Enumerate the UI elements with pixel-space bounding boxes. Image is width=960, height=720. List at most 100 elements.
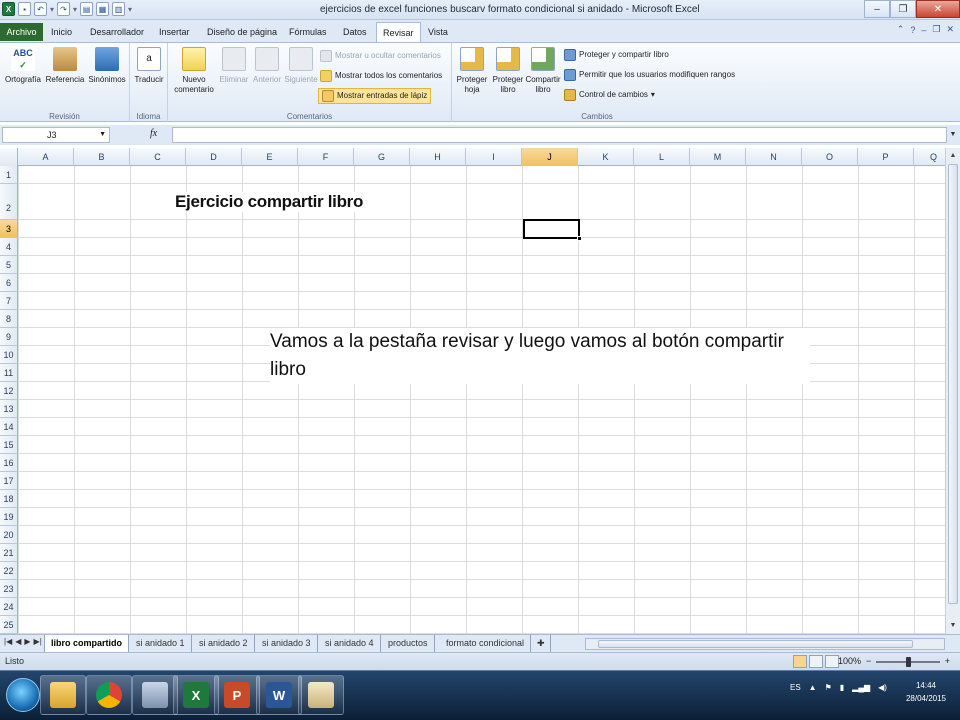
column-header-c[interactable]: C [130, 148, 186, 166]
sheet-tab-libro-compartido[interactable]: libro compartido [44, 635, 130, 652]
excel-app-icon[interactable]: X [2, 2, 15, 16]
tab-vista[interactable]: Vista [428, 22, 448, 42]
zoom-slider[interactable]: − + [866, 656, 950, 667]
sheet-tab-si-anidado-4[interactable]: si anidado 4 [319, 635, 381, 652]
show-hidden-icons-icon[interactable]: ▲ [809, 683, 817, 692]
zoom-level[interactable]: 100% [838, 656, 861, 666]
undo-icon[interactable]: ↶ [34, 2, 47, 16]
row-header-2[interactable]: 2 [0, 184, 18, 220]
row-header-6[interactable]: 6 [0, 274, 18, 292]
column-header-n[interactable]: N [746, 148, 802, 166]
new-comment-button[interactable]: Nuevo comentario [170, 47, 218, 95]
redo-dropdown-icon[interactable]: ▾ [73, 5, 77, 14]
vertical-scrollbar[interactable]: ▲ ▼ [945, 148, 960, 634]
help-icon[interactable]: ? [910, 25, 915, 35]
column-header-f[interactable]: F [298, 148, 354, 166]
protect-share-workbook-button[interactable]: Proteger y compartir libro [564, 47, 669, 63]
row-header-21[interactable]: 21 [0, 544, 18, 562]
normal-view-icon[interactable] [793, 655, 807, 668]
show-ink-button[interactable]: Mostrar entradas de lápiz [318, 88, 432, 104]
row-header-24[interactable]: 24 [0, 598, 18, 616]
zoom-out-icon[interactable]: − [866, 656, 871, 666]
column-header-j[interactable]: J [522, 148, 578, 166]
tab-desarrollador[interactable]: Desarrollador [90, 22, 144, 42]
doc-minimize-icon[interactable]: – [921, 25, 926, 35]
row-header-16[interactable]: 16 [0, 454, 18, 472]
taskbar-paint[interactable] [298, 675, 344, 715]
column-header-h[interactable]: H [410, 148, 466, 166]
share-workbook-button[interactable]: Compartir libro [525, 47, 561, 95]
save-icon[interactable]: ▪ [18, 2, 31, 16]
column-header-b[interactable]: B [74, 148, 130, 166]
action-center-icon[interactable]: ⚑ [825, 683, 832, 692]
previous-comment-button[interactable]: Anterior [250, 47, 284, 85]
column-header-i[interactable]: I [466, 148, 522, 166]
minimize-ribbon-icon[interactable]: ⌃ [897, 24, 905, 35]
taskbar-clock[interactable]: 14:44 28/04/2015 [898, 679, 954, 705]
horizontal-scroll-thumb[interactable] [598, 640, 913, 648]
column-header-d[interactable]: D [186, 148, 242, 166]
horizontal-scrollbar[interactable] [585, 638, 945, 650]
taskbar-network[interactable] [132, 675, 178, 715]
row-header-22[interactable]: 22 [0, 562, 18, 580]
translate-button[interactable]: a Traducir [132, 47, 166, 85]
column-header-p[interactable]: P [858, 148, 914, 166]
volume-icon[interactable]: ◀) [878, 683, 887, 692]
active-cell-j3[interactable] [523, 219, 582, 241]
spelling-button[interactable]: ABC ✓ Ortografía [3, 47, 43, 85]
select-all-corner[interactable] [0, 148, 18, 166]
column-header-e[interactable]: E [242, 148, 298, 166]
expand-formula-bar-icon[interactable]: ▼ [948, 128, 958, 142]
column-header-a[interactable]: A [18, 148, 74, 166]
power-icon[interactable]: ▮ [840, 683, 844, 692]
row-header-17[interactable]: 17 [0, 472, 18, 490]
taskbar-chrome[interactable] [86, 675, 132, 715]
tab-diseno-pagina[interactable]: Diseño de página [207, 22, 277, 42]
insert-function-button[interactable]: fx [150, 128, 157, 139]
row-header-10[interactable]: 10 [0, 346, 18, 364]
name-box[interactable]: J3 ▼ [2, 127, 110, 143]
protect-workbook-button[interactable]: Proteger libro [490, 47, 526, 95]
start-button-icon[interactable] [6, 678, 40, 712]
tab-archivo[interactable]: Archivo [0, 23, 43, 41]
prev-sheet-icon[interactable]: ◀ [15, 637, 21, 646]
undo-dropdown-icon[interactable]: ▾ [50, 5, 54, 14]
cell-b2-title[interactable]: Ejercicio compartir libro [173, 192, 366, 212]
tab-datos[interactable]: Datos [343, 22, 367, 42]
row-header-15[interactable]: 15 [0, 436, 18, 454]
scroll-up-icon[interactable]: ▲ [947, 149, 959, 163]
zoom-thumb[interactable] [906, 657, 911, 667]
network-icon[interactable]: ▂▄▆ [852, 683, 870, 692]
column-header-g[interactable]: G [354, 148, 410, 166]
column-header-q[interactable]: Q [914, 148, 945, 166]
page-layout-view-icon[interactable] [809, 655, 823, 668]
row-header-19[interactable]: 19 [0, 508, 18, 526]
last-sheet-icon[interactable]: ▶| [34, 637, 42, 646]
row-header-11[interactable]: 11 [0, 364, 18, 382]
row-header-14[interactable]: 14 [0, 418, 18, 436]
taskbar-excel[interactable]: X [173, 675, 219, 715]
worksheet-grid[interactable]: ABCDEFGHIJKLMNOPQ 1 2 3 4 5 6 7 8 9 10 11 12 13 14 15 1… [0, 148, 945, 634]
redo-icon[interactable]: ↷ [57, 2, 71, 16]
track-changes-button[interactable]: Control de cambios ▾ [564, 87, 655, 103]
taskbar-word[interactable]: W [256, 675, 302, 715]
next-sheet-icon[interactable]: ▶ [24, 637, 30, 646]
restore-icon[interactable]: ❐ [890, 0, 916, 18]
tab-inicio[interactable]: Inicio [51, 22, 72, 42]
row-header-25[interactable]: 25 [0, 616, 18, 634]
sheet-tab-si-anidado-2[interactable]: si anidado 2 [193, 635, 255, 652]
tab-revisar[interactable]: Revisar [376, 22, 421, 42]
first-sheet-icon[interactable]: |◀ [4, 637, 12, 646]
row-header-9[interactable]: 9 [0, 328, 18, 346]
row-header-5[interactable]: 5 [0, 256, 18, 274]
zoom-in-icon[interactable]: + [945, 656, 950, 666]
allow-edit-ranges-button[interactable]: Permitir que los usuarios modifiquen ran… [564, 67, 735, 83]
sheet-tab-productos[interactable]: productos [382, 635, 435, 652]
scroll-down-icon[interactable]: ▼ [947, 619, 959, 633]
research-button[interactable]: Referencia [44, 47, 86, 85]
vertical-scroll-thumb[interactable] [948, 164, 958, 604]
show-hide-comment-button[interactable]: Mostrar u ocultar comentarios [320, 48, 441, 64]
doc-restore-icon[interactable]: ❐ [932, 24, 940, 35]
print-preview-icon[interactable]: ▤ [80, 2, 94, 16]
close-icon[interactable]: ✕ [916, 0, 960, 18]
